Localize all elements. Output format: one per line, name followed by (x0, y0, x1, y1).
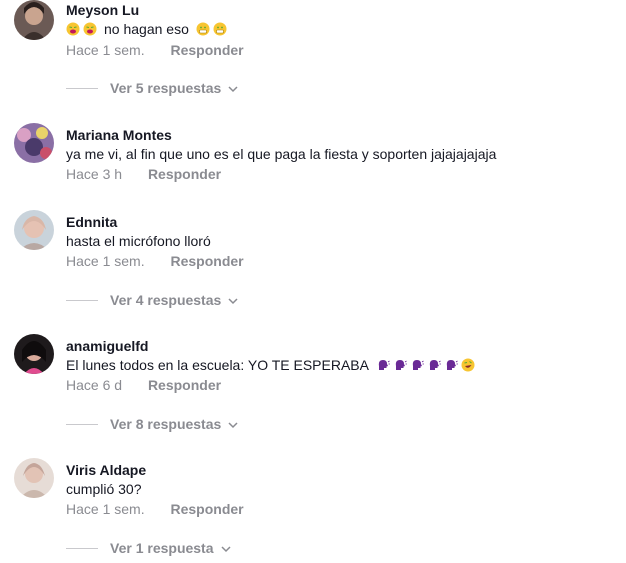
comment-text-body: cumplió 30? (66, 481, 142, 497)
comment-time: Hace 1 sem. (66, 501, 145, 517)
comment-text: ya me vi, al fin que uno es el que paga … (66, 146, 496, 162)
comment-text: hasta el micrófono lloró (66, 233, 211, 249)
comment-meta: Hace 1 sem. Responder (66, 501, 244, 517)
chevron-down-icon (227, 294, 239, 306)
comment-time: Hace 1 sem. (66, 42, 145, 58)
view-replies-label: Ver 8 respuestas (110, 416, 222, 432)
comment-text-body: hasta el micrófono lloró (66, 233, 211, 249)
comment-meta: Hace 1 sem. Responder (66, 42, 244, 58)
avatar[interactable] (14, 0, 54, 40)
divider-line (66, 299, 98, 301)
comment-meta: Hace 6 d Responder (66, 377, 221, 393)
rofl-emoji (461, 358, 475, 372)
avatar[interactable] (14, 334, 54, 374)
comment-text: cumplió 30? (66, 481, 142, 497)
view-replies-label: Ver 4 respuestas (110, 292, 222, 308)
comment-meta: Hace 3 h Responder (66, 166, 221, 182)
comment-text: El lunes todos en la escuela: YO TE ESPE… (66, 357, 475, 373)
avatar[interactable] (14, 458, 54, 498)
comment-author[interactable]: anamiguelfd (66, 338, 148, 354)
chevron-down-icon (220, 542, 232, 554)
speaking-head-emoji (444, 358, 458, 372)
weary-face-emoji (83, 22, 97, 36)
reply-button[interactable]: Responder (170, 501, 243, 517)
view-replies-button[interactable]: Ver 1 respuesta (66, 540, 232, 556)
reply-button[interactable]: Responder (148, 377, 221, 393)
view-replies-button[interactable]: Ver 4 respuestas (66, 292, 239, 308)
comment-author[interactable]: Viris Aldape (66, 462, 146, 478)
chevron-down-icon (227, 418, 239, 430)
divider-line (66, 87, 98, 89)
divider-line (66, 547, 98, 549)
comment-author[interactable]: Meyson Lu (66, 2, 139, 18)
comment-text: no hagan eso (66, 21, 227, 37)
view-replies-button[interactable]: Ver 5 respuestas (66, 80, 239, 96)
comment-time: Hace 1 sem. (66, 253, 145, 269)
view-replies-button[interactable]: Ver 8 respuestas (66, 416, 239, 432)
grimacing-face-emoji (196, 22, 210, 36)
view-replies-label: Ver 1 respuesta (110, 540, 214, 556)
view-replies-label: Ver 5 respuestas (110, 80, 222, 96)
comment-text-body: El lunes todos en la escuela: YO TE ESPE… (66, 357, 369, 373)
avatar[interactable] (14, 210, 54, 250)
comment-list: Meyson Lu no hagan eso Hace 1 sem. Respo… (0, 0, 626, 563)
speaking-head-emoji (410, 358, 424, 372)
reply-button[interactable]: Responder (170, 42, 243, 58)
chevron-down-icon (227, 82, 239, 94)
comment-text-body: ya me vi, al fin que uno es el que paga … (66, 146, 497, 162)
speaking-head-emoji (376, 358, 390, 372)
speaking-head-emoji (393, 358, 407, 372)
weary-face-emoji (66, 22, 80, 36)
divider-line (66, 423, 98, 425)
comment-meta: Hace 1 sem. Responder (66, 253, 244, 269)
comment-time: Hace 3 h (66, 166, 123, 182)
speaking-head-emoji (427, 358, 441, 372)
reply-button[interactable]: Responder (148, 166, 221, 182)
comment-time: Hace 6 d (66, 377, 123, 393)
comment-text-body: no hagan eso (104, 21, 189, 37)
comment-author[interactable]: Ednnita (66, 214, 117, 230)
reply-button[interactable]: Responder (170, 253, 243, 269)
comment-author[interactable]: Mariana Montes (66, 127, 172, 143)
avatar[interactable] (14, 123, 54, 163)
grimacing-face-emoji (213, 22, 227, 36)
